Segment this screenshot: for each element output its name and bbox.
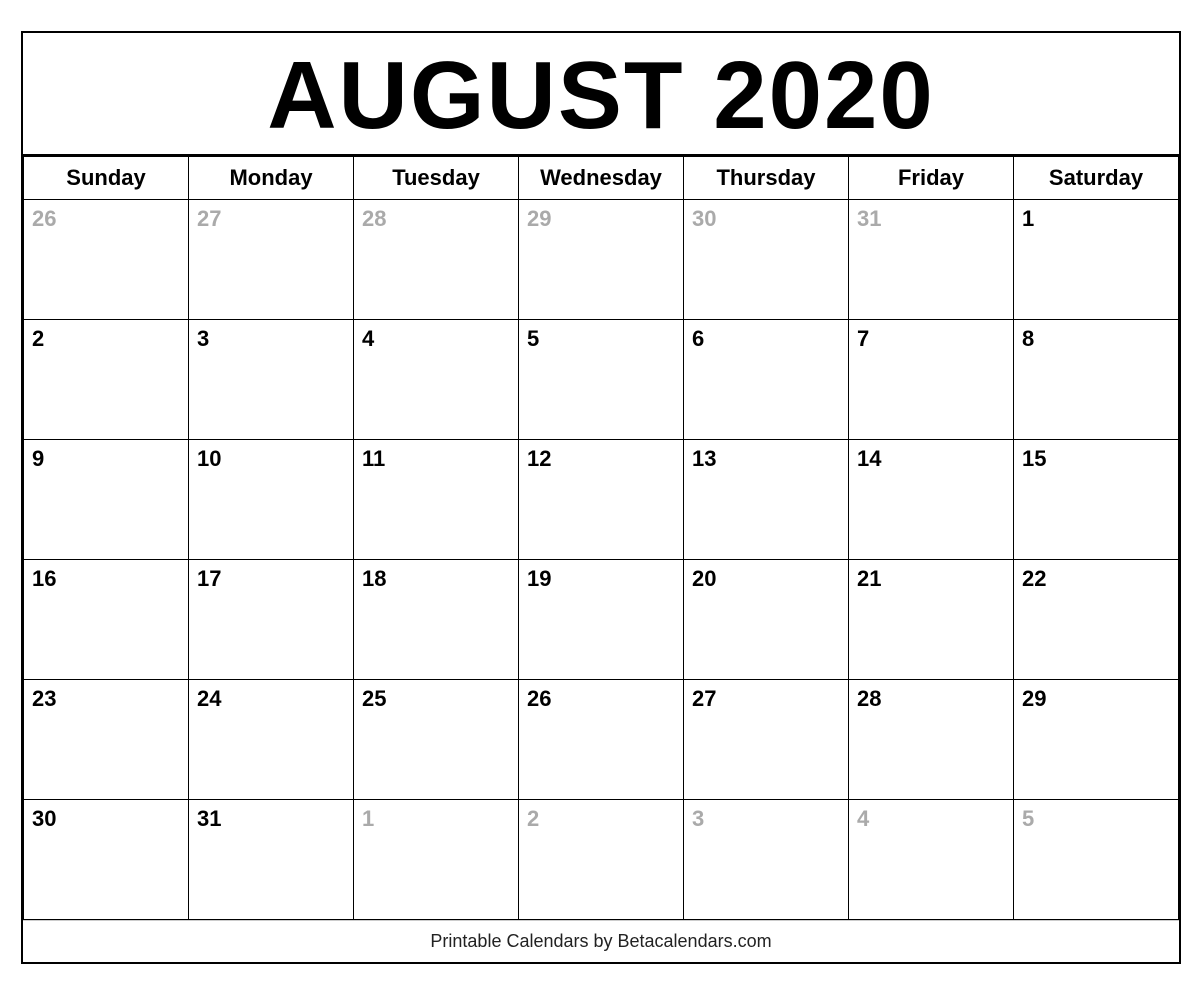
day-of-week-header: Tuesday [354, 156, 519, 199]
calendar-day[interactable]: 8 [1014, 319, 1179, 439]
calendar-day[interactable]: 28 [849, 679, 1014, 799]
calendar-day[interactable]: 23 [24, 679, 189, 799]
calendar-day[interactable]: 14 [849, 439, 1014, 559]
calendar-day[interactable]: 31 [189, 799, 354, 919]
calendar-day[interactable]: 2 [24, 319, 189, 439]
calendar-day[interactable]: 7 [849, 319, 1014, 439]
calendar-day[interactable]: 21 [849, 559, 1014, 679]
calendar-day[interactable]: 10 [189, 439, 354, 559]
calendar-title: AUGUST 2020 [23, 33, 1179, 156]
calendar-day[interactable]: 13 [684, 439, 849, 559]
calendar-day[interactable]: 9 [24, 439, 189, 559]
calendar-day[interactable]: 18 [354, 559, 519, 679]
calendar-day[interactable]: 26 [519, 679, 684, 799]
calendar-day[interactable]: 30 [684, 199, 849, 319]
calendar-day[interactable]: 12 [519, 439, 684, 559]
calendar-day[interactable]: 26 [24, 199, 189, 319]
calendar-day[interactable]: 22 [1014, 559, 1179, 679]
day-of-week-header: Wednesday [519, 156, 684, 199]
calendar-container: AUGUST 2020 SundayMondayTuesdayWednesday… [21, 31, 1181, 964]
calendar-footer: Printable Calendars by Betacalendars.com [23, 920, 1179, 962]
calendar-day[interactable]: 11 [354, 439, 519, 559]
calendar-day[interactable]: 3 [189, 319, 354, 439]
calendar-day[interactable]: 31 [849, 199, 1014, 319]
day-of-week-header: Saturday [1014, 156, 1179, 199]
calendar-day[interactable]: 1 [354, 799, 519, 919]
calendar-day[interactable]: 5 [1014, 799, 1179, 919]
calendar-day[interactable]: 29 [1014, 679, 1179, 799]
calendar-day[interactable]: 2 [519, 799, 684, 919]
calendar-day[interactable]: 28 [354, 199, 519, 319]
day-of-week-header: Friday [849, 156, 1014, 199]
calendar-day[interactable]: 27 [189, 199, 354, 319]
calendar-day[interactable]: 24 [189, 679, 354, 799]
calendar-day[interactable]: 16 [24, 559, 189, 679]
calendar-day[interactable]: 20 [684, 559, 849, 679]
calendar-day[interactable]: 29 [519, 199, 684, 319]
calendar-day[interactable]: 27 [684, 679, 849, 799]
calendar-day[interactable]: 19 [519, 559, 684, 679]
calendar-day[interactable]: 25 [354, 679, 519, 799]
calendar-day[interactable]: 6 [684, 319, 849, 439]
calendar-day[interactable]: 5 [519, 319, 684, 439]
calendar-grid: SundayMondayTuesdayWednesdayThursdayFrid… [23, 156, 1179, 920]
calendar-day[interactable]: 3 [684, 799, 849, 919]
day-of-week-header: Thursday [684, 156, 849, 199]
calendar-day[interactable]: 1 [1014, 199, 1179, 319]
day-of-week-header: Sunday [24, 156, 189, 199]
calendar-day[interactable]: 4 [849, 799, 1014, 919]
calendar-day[interactable]: 15 [1014, 439, 1179, 559]
calendar-day[interactable]: 4 [354, 319, 519, 439]
calendar-day[interactable]: 17 [189, 559, 354, 679]
day-of-week-header: Monday [189, 156, 354, 199]
calendar-day[interactable]: 30 [24, 799, 189, 919]
